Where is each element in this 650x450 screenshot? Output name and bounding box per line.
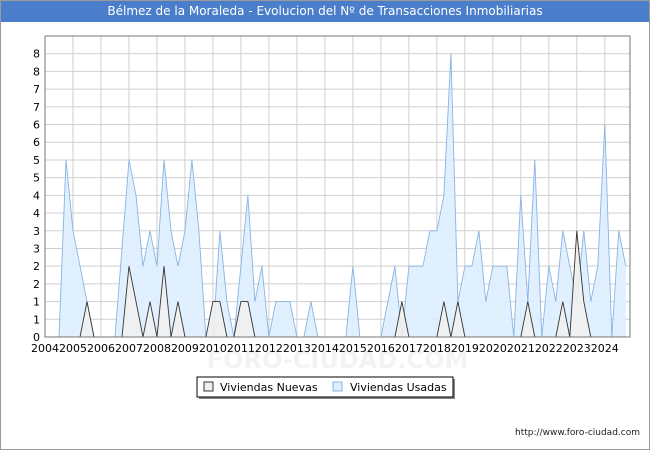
x-tick-label: 2019 [451, 342, 479, 355]
y-tick-label: 4 [33, 189, 40, 202]
footer-url[interactable]: http://www.foro-ciudad.com [515, 428, 640, 438]
y-tick-label: 2 [33, 278, 40, 291]
chart-canvas: FORO-CIUDAD.COM 011223344556677882004 200… [31, 35, 631, 399]
y-tick-label: 7 [33, 101, 40, 114]
x-tick-label: 2022 [535, 342, 563, 355]
x-tick-label: 2017 [395, 342, 423, 355]
y-tick-label: 1 [33, 296, 40, 309]
legend-label: Viviendas Nuevas [220, 381, 318, 394]
y-tick-label: 4 [33, 207, 40, 220]
y-tick-label: 3 [33, 242, 40, 255]
y-tick-label: 3 [33, 225, 40, 238]
x-tick-label: 2004 [31, 342, 59, 355]
x-tick-label: 2013 [283, 342, 311, 355]
y-tick-label: 8 [33, 65, 40, 78]
x-tick-label: 2009 [171, 342, 199, 355]
x-tick-label: 2014 [311, 342, 339, 355]
x-tick-label: 2015 [339, 342, 367, 355]
x-tick-label: 2020 [479, 342, 507, 355]
legend-swatch [203, 381, 214, 392]
x-tick-label: 2018 [423, 342, 451, 355]
legend-swatch [332, 381, 343, 392]
legend: Viviendas Nuevas Viviendas Usadas [196, 376, 455, 399]
y-tick-label: 2 [33, 260, 40, 273]
y-tick-label: 8 [33, 48, 40, 61]
x-tick-label: 2005 [59, 342, 87, 355]
x-tick-label: 2021 [507, 342, 535, 355]
x-tick-label: 2023 [563, 342, 591, 355]
y-tick-label: 7 [33, 83, 40, 96]
x-tick-label: 2024 [591, 342, 619, 355]
y-tick-label: 1 [33, 313, 40, 326]
x-tick-label: 2016 [367, 342, 395, 355]
x-tick-label: 2010 [199, 342, 227, 355]
x-tick-label: 2007 [115, 342, 143, 355]
y-tick-label: 5 [33, 172, 40, 185]
x-tick-label: 2008 [143, 342, 171, 355]
x-tick-label: 2011 [227, 342, 255, 355]
y-tick-label: 6 [33, 119, 40, 132]
y-tick-label: 5 [33, 154, 40, 167]
x-tick-label: 2012 [255, 342, 283, 355]
x-tick-label: 2006 [87, 342, 115, 355]
y-tick-label: 6 [33, 136, 40, 149]
legend-label: Viviendas Usadas [350, 381, 447, 394]
